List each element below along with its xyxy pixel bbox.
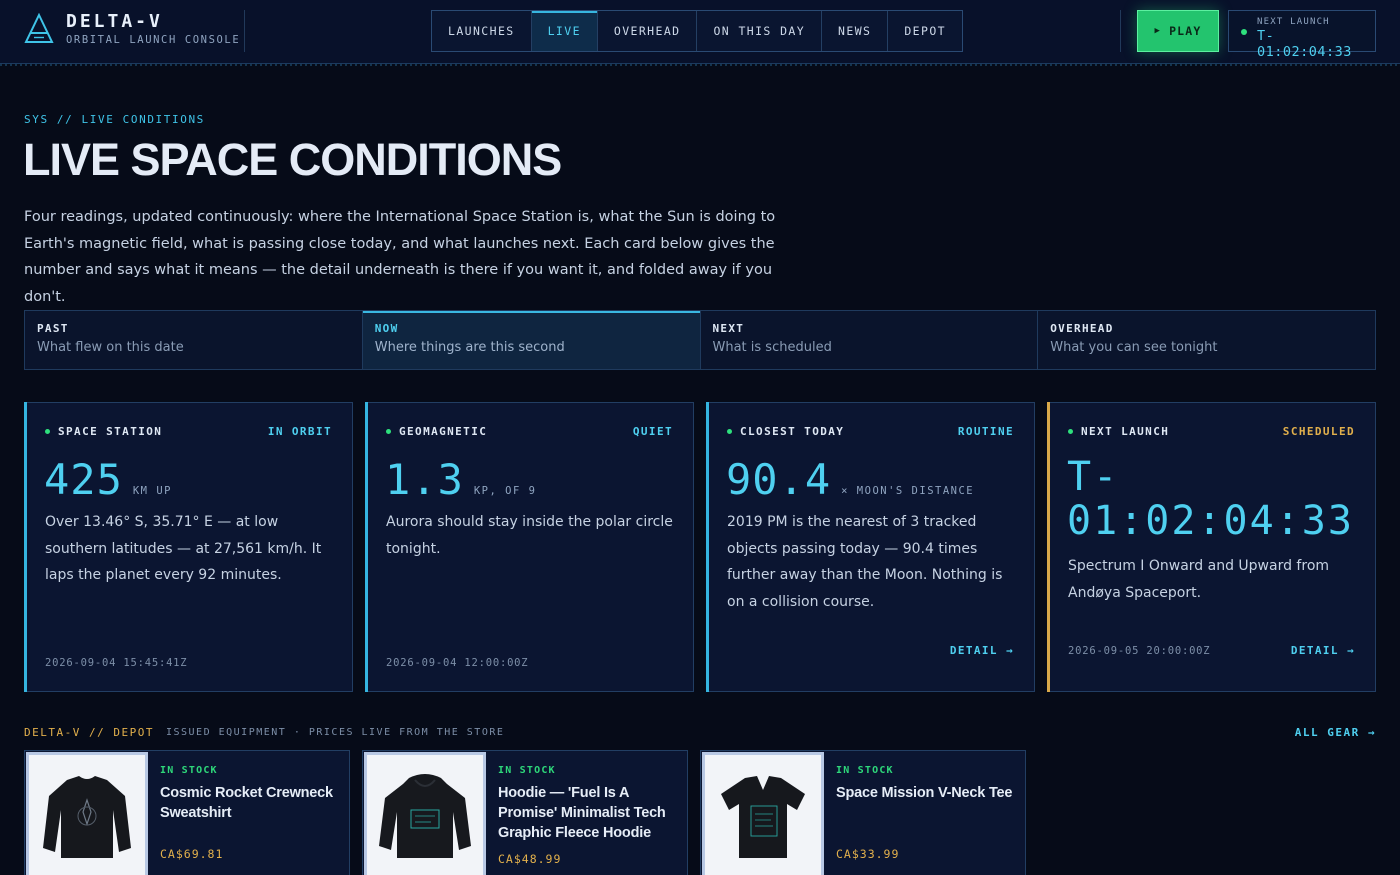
timestamp: 2026-09-05 20:00:00Z bbox=[1068, 645, 1211, 657]
tab-description: What flew on this date bbox=[37, 340, 184, 355]
intro-text: Four readings, updated continuously: whe… bbox=[24, 209, 776, 305]
status-badge: ROUTINE bbox=[957, 425, 1014, 438]
depot-subtitle: ISSUED EQUIPMENT · PRICES LIVE FROM THE … bbox=[165, 727, 505, 738]
stock-status: IN STOCK bbox=[836, 765, 894, 776]
next-launch-label: NEXT LAUNCH bbox=[1257, 17, 1330, 27]
divider bbox=[244, 10, 245, 52]
space-station-card: SPACE STATION IN ORBIT 425 KM UP Over 13… bbox=[24, 402, 353, 692]
product-image bbox=[26, 752, 148, 875]
nav-news[interactable]: NEWS bbox=[822, 11, 889, 51]
brand-name: DELTA-V bbox=[66, 11, 163, 32]
depot-title: DELTA-V // DEPOT bbox=[24, 726, 154, 739]
status-badge: SCHEDULED bbox=[1282, 425, 1355, 438]
status-dot-icon bbox=[1068, 429, 1073, 434]
play-button[interactable]: ▶ PLAY bbox=[1137, 10, 1219, 52]
product-image bbox=[702, 752, 824, 875]
brand[interactable]: DELTA-V ORBITAL LAUNCH CONSOLE bbox=[24, 12, 240, 46]
nav-live[interactable]: LIVE bbox=[531, 11, 598, 51]
status-badge: QUIET bbox=[632, 425, 673, 438]
nav-on-this-day[interactable]: ON THIS DAY bbox=[697, 11, 823, 51]
product-name: Space Mission V-Neck Tee bbox=[836, 785, 1013, 801]
product-price: CA$33.99 bbox=[836, 847, 900, 861]
hoodie-icon bbox=[379, 774, 471, 858]
detail-link[interactable]: DETAIL → bbox=[1291, 644, 1355, 657]
closest-today-card: CLOSEST TODAY ROUTINE 90.4 × MOON'S DIST… bbox=[706, 402, 1035, 692]
product-name: Hoodie — 'Fuel Is A Promise' Minimalist … bbox=[498, 785, 666, 841]
reading-value: 1.3 bbox=[385, 455, 464, 504]
page-title: LIVE SPACE CONDITIONS bbox=[23, 134, 562, 185]
reading-unit: KM UP bbox=[132, 485, 172, 497]
reading-unit: × MOON'S DISTANCE bbox=[841, 485, 975, 497]
card-label: GEOMAGNETIC bbox=[399, 425, 488, 438]
tab-now[interactable]: NOW Where things are this second bbox=[362, 311, 701, 369]
status-dot-icon bbox=[1241, 29, 1247, 35]
tab-description: What is scheduled bbox=[712, 340, 832, 355]
depot-header: DELTA-V // DEPOT ISSUED EQUIPMENT · PRIC… bbox=[24, 726, 1376, 739]
countdown-value: T-01:02:04:33 bbox=[1067, 454, 1354, 544]
status-dot-icon bbox=[727, 429, 732, 434]
section-eyebrow: SYS // LIVE CONDITIONS bbox=[24, 113, 205, 126]
tab-label: NOW bbox=[374, 322, 399, 335]
play-button-label: PLAY bbox=[1169, 24, 1202, 38]
product-image bbox=[364, 752, 486, 875]
stock-status: IN STOCK bbox=[498, 765, 556, 776]
card-accent-edge bbox=[365, 402, 368, 692]
tab-label: NEXT bbox=[712, 322, 745, 335]
nav-depot[interactable]: DEPOT bbox=[888, 11, 962, 51]
tab-overhead[interactable]: OVERHEAD What you can see tonight bbox=[1038, 311, 1375, 369]
product-card[interactable]: IN STOCK Hoodie — 'Fuel Is A Promise' Mi… bbox=[362, 750, 688, 875]
tab-description: What you can see tonight bbox=[1050, 340, 1218, 355]
product-card[interactable]: IN STOCK Space Mission V-Neck Tee CA$33.… bbox=[700, 750, 1026, 875]
next-launch-countdown[interactable]: NEXT LAUNCH T-01:02:04:33 bbox=[1228, 10, 1376, 60]
tab-past[interactable]: PAST What flew on this date bbox=[25, 311, 363, 369]
product-price: CA$69.81 bbox=[160, 847, 224, 861]
status-dot-icon bbox=[386, 429, 391, 434]
reading-value: 425 bbox=[44, 455, 123, 504]
tab-label: OVERHEAD bbox=[1050, 322, 1114, 335]
main-nav: LAUNCHES LIVE OVERHEAD ON THIS DAY NEWS … bbox=[431, 10, 963, 52]
reading-description: Over 13.46° S, 35.71° E — at low souther… bbox=[45, 514, 322, 583]
divider bbox=[1120, 10, 1121, 52]
play-icon: ▶ bbox=[1154, 26, 1162, 36]
card-label: SPACE STATION bbox=[58, 425, 163, 438]
product-price: CA$48.99 bbox=[498, 852, 562, 866]
card-label: CLOSEST TODAY bbox=[740, 425, 845, 438]
reading-description: Aurora should stay inside the polar circ… bbox=[386, 514, 673, 557]
status-badge: IN ORBIT bbox=[267, 425, 332, 438]
sweatshirt-icon bbox=[43, 776, 131, 858]
card-label: NEXT LAUNCH bbox=[1081, 425, 1170, 438]
next-launch-value: T-01:02:04:33 bbox=[1257, 28, 1352, 60]
product-name: Cosmic Rocket Crewneck Sweatshirt bbox=[160, 785, 333, 821]
timeline-tabs: PAST What flew on this date NOW Where th… bbox=[24, 310, 1376, 370]
detail-link[interactable]: DETAIL → bbox=[950, 644, 1014, 657]
top-bar: DELTA-V ORBITAL LAUNCH CONSOLE LAUNCHES … bbox=[0, 0, 1400, 66]
delta-logo-icon bbox=[24, 13, 54, 43]
timestamp: 2026-09-04 15:45:41Z bbox=[45, 657, 188, 669]
card-accent-edge bbox=[24, 402, 27, 692]
geomagnetic-card: GEOMAGNETIC QUIET 1.3 KP, OF 9 Aurora sh… bbox=[365, 402, 694, 692]
reading-value: 90.4 bbox=[726, 455, 832, 504]
tab-description: Where things are this second bbox=[374, 340, 565, 355]
all-gear-link[interactable]: ALL GEAR → bbox=[1295, 726, 1376, 739]
tab-label: PAST bbox=[37, 322, 69, 335]
nav-launches[interactable]: LAUNCHES bbox=[432, 11, 532, 51]
card-accent-edge bbox=[706, 402, 709, 692]
reading-unit: KP, OF 9 bbox=[473, 485, 537, 497]
product-card[interactable]: IN STOCK Cosmic Rocket Crewneck Sweatshi… bbox=[24, 750, 350, 875]
reading-description: Spectrum I Onward and Upward from Andøya… bbox=[1068, 558, 1330, 601]
nav-overhead[interactable]: OVERHEAD bbox=[598, 11, 698, 51]
next-launch-card: NEXT LAUNCH SCHEDULED T-01:02:04:33 Spec… bbox=[1047, 402, 1376, 692]
reading-description: 2019 PM is the nearest of 3 tracked obje… bbox=[727, 514, 1003, 610]
timestamp: 2026-09-04 12:00:00Z bbox=[386, 657, 529, 669]
stock-status: IN STOCK bbox=[160, 765, 218, 776]
brand-subtitle: ORBITAL LAUNCH CONSOLE bbox=[66, 34, 241, 46]
card-accent-edge bbox=[1047, 402, 1050, 692]
tab-next[interactable]: NEXT What is scheduled bbox=[701, 311, 1039, 369]
tshirt-icon bbox=[721, 776, 805, 858]
status-dot-icon bbox=[45, 429, 50, 434]
